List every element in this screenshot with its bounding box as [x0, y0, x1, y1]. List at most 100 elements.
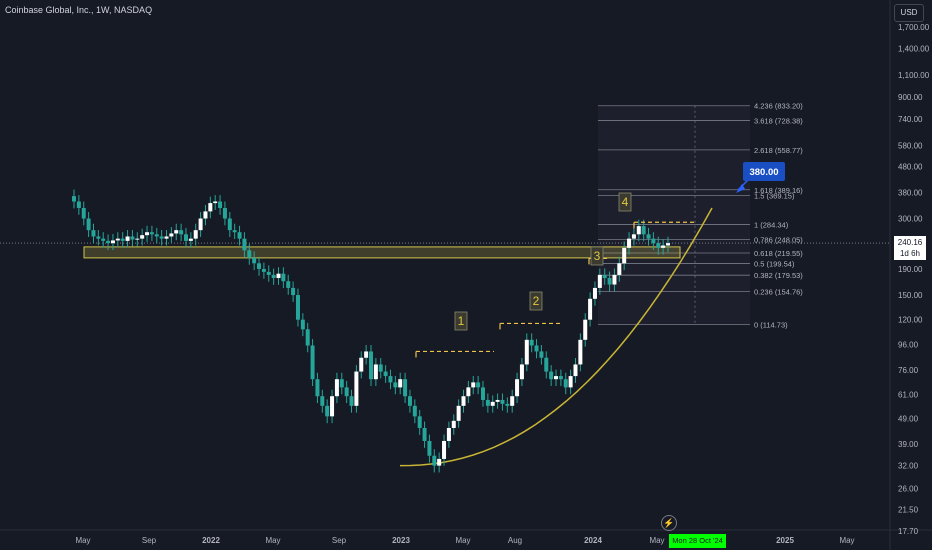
candle-body: [422, 427, 427, 441]
candle-body: [101, 238, 106, 241]
y-tick-label: 480.00: [898, 163, 923, 172]
x-tick-label: Sep: [332, 536, 347, 545]
candle-body: [534, 345, 539, 352]
x-tick-label: 2024: [584, 536, 602, 545]
fib-label: 2.618 (558.77): [754, 146, 803, 155]
candle-body: [480, 387, 485, 400]
candle-body: [646, 234, 651, 239]
y-tick-label: 900.00: [898, 93, 923, 102]
candle-body: [466, 387, 471, 397]
candle-body: [417, 416, 422, 428]
candle-body: [505, 403, 510, 406]
candle-body: [354, 371, 359, 406]
candle-body: [135, 238, 140, 240]
candle-body: [656, 243, 661, 248]
candle-body: [232, 230, 237, 233]
fib-label: 1 (284.34): [754, 220, 789, 229]
candle-body: [612, 274, 617, 285]
candle-body: [607, 278, 612, 285]
fib-label: 1.5 (369.15): [754, 192, 795, 201]
current-price-value: 240.16: [897, 238, 923, 247]
candle-body: [524, 339, 529, 365]
candle-body: [242, 238, 247, 251]
candle-body: [325, 405, 330, 417]
candle-body: [193, 230, 198, 239]
y-tick-label: 1,700.00: [898, 23, 930, 32]
candle-body: [252, 257, 257, 264]
candle-body: [529, 339, 534, 346]
candle-body: [378, 364, 383, 372]
x-tick-label: May: [649, 536, 664, 545]
x-tick-label: 2025: [776, 536, 794, 545]
candle-body: [563, 379, 568, 388]
candle-body: [636, 226, 641, 235]
candle-body: [485, 399, 490, 406]
candle-body: [198, 218, 203, 231]
y-tick-label: 26.00: [898, 485, 919, 494]
candle-body: [203, 211, 208, 219]
wave-label: 3: [594, 249, 601, 263]
wave-label: 1: [458, 314, 465, 328]
candle-body: [164, 236, 169, 239]
x-tick-label: May: [75, 536, 90, 545]
candle-body: [651, 238, 656, 244]
x-tick-label: Sep: [142, 536, 157, 545]
candle-body: [334, 379, 339, 397]
candle-body: [271, 274, 276, 279]
candle-body: [568, 376, 573, 388]
candle-body: [631, 234, 636, 239]
y-tick-label: 49.00: [898, 415, 919, 424]
candle-body: [515, 379, 520, 397]
candle-body: [227, 218, 232, 231]
candle-body: [398, 379, 403, 388]
candle-body: [510, 396, 515, 406]
candle-body: [412, 405, 417, 417]
candle-body: [393, 382, 398, 388]
candle-body: [549, 371, 554, 380]
candle-body: [490, 401, 495, 406]
candle-body: [169, 233, 174, 237]
candle-body: [320, 396, 325, 406]
candle-body: [383, 371, 388, 377]
candle-body: [300, 319, 305, 330]
candle-body: [403, 379, 408, 397]
x-tick-label: 2022: [202, 536, 220, 545]
y-tick-label: 61.00: [898, 390, 919, 399]
price-chart[interactable]: 1,700.00 1,400.00 1,100.00 900.00 740.00 580.…: [0, 0, 932, 550]
candle-body: [456, 405, 461, 421]
candle-body: [349, 396, 354, 406]
wave-label: 2: [533, 294, 540, 308]
y-tick-label: 39.00: [898, 440, 919, 449]
target-label: 380.00: [749, 167, 778, 178]
candle-body: [213, 201, 218, 204]
x-tick-label: 2023: [392, 536, 410, 545]
candle-body: [442, 440, 447, 459]
candle-body: [476, 382, 481, 388]
candle-body: [149, 232, 154, 235]
candle-body: [339, 379, 344, 388]
candle-body: [369, 351, 373, 380]
candle-body: [573, 364, 578, 377]
candle-body: [330, 396, 335, 417]
chart-title: Coinbase Global, Inc., 1W, NASDAQ: [5, 5, 153, 15]
candle-body: [315, 379, 320, 397]
currency-button[interactable]: USD: [894, 4, 924, 22]
candle-body: [295, 295, 300, 320]
y-tick-label: 21.50: [898, 506, 919, 515]
candle-body: [554, 376, 559, 380]
candle-body: [407, 396, 412, 406]
y-tick-label: 96.00: [898, 340, 919, 349]
candle-body: [261, 268, 266, 272]
flash-icon[interactable]: ⚡: [661, 515, 677, 531]
candle-body: [247, 250, 252, 258]
candle-body: [125, 236, 130, 241]
y-tick-label: 1,100.00: [898, 71, 930, 80]
candle-body: [359, 357, 364, 372]
candle-body: [72, 196, 76, 202]
candle-body: [96, 236, 101, 239]
candle-body: [266, 271, 271, 275]
bar-countdown: 1d 6h: [899, 249, 921, 258]
fib-label: 0.382 (179.53): [754, 271, 803, 280]
candle-body: [495, 399, 500, 402]
candle-body: [558, 376, 563, 380]
